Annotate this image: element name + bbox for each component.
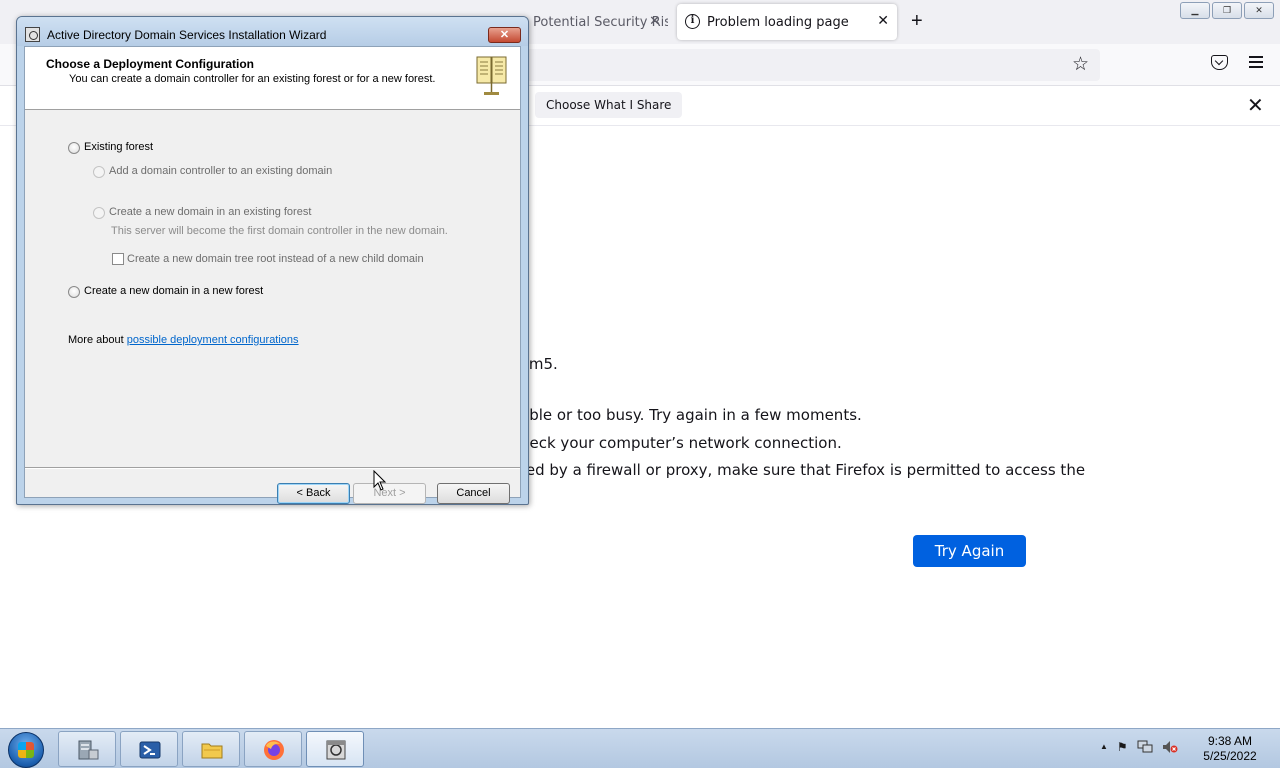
star-icon[interactable]: ☆ xyxy=(1072,53,1089,76)
new-domain-existing-forest-radio[interactable] xyxy=(93,207,105,219)
dialog-title: Active Directory Domain Services Install… xyxy=(47,28,327,42)
add-dc-radio[interactable] xyxy=(93,166,105,178)
deployment-configurations-link[interactable]: possible deployment configurations xyxy=(127,334,299,346)
ad-wizard-icon xyxy=(326,740,346,760)
wizard-app-icon xyxy=(25,27,40,42)
clock-time: 9:38 AM xyxy=(1207,734,1253,748)
new-tab-button[interactable]: + xyxy=(911,10,923,32)
taskbar-powershell[interactable] xyxy=(120,731,178,767)
pocket-icon[interactable] xyxy=(1211,55,1228,70)
taskbar-firefox[interactable] xyxy=(244,731,302,767)
button-separator xyxy=(25,467,520,469)
tab-problem-loading-page[interactable]: i Problem loading page ✕ xyxy=(677,4,897,40)
system-tray: ▲ ⚑ xyxy=(1100,740,1178,754)
error-text: ted by a firewall or proxy, make sure th… xyxy=(520,461,1086,479)
tab-label: Potential Security Risk xyxy=(533,14,668,30)
action-center-flag-icon[interactable]: ⚑ xyxy=(1117,740,1128,754)
taskbar: ▲ ⚑ 9:38 AM 5/25/2022 xyxy=(0,728,1280,768)
choose-what-i-share-button[interactable]: Choose What I Share xyxy=(535,92,683,118)
url-bar[interactable] xyxy=(470,49,1100,81)
tab-potential-security-risk[interactable]: Potential Security Risk ✕ xyxy=(528,4,668,40)
dialog-close-button[interactable]: ✕ xyxy=(488,27,521,43)
server-manager-icon xyxy=(78,740,99,760)
book-icon xyxy=(476,56,507,95)
next-button[interactable]: Next > xyxy=(353,483,426,504)
try-again-button[interactable]: Try Again xyxy=(913,535,1026,567)
new-forest-radio[interactable] xyxy=(68,286,80,298)
wizard-header: Choose a Deployment Configuration You ca… xyxy=(25,47,520,110)
info-icon: i xyxy=(685,14,700,29)
new-forest-label[interactable]: Create a new domain in a new forest xyxy=(84,285,263,297)
network-icon[interactable] xyxy=(1137,740,1153,754)
show-hidden-icons-icon[interactable]: ▲ xyxy=(1100,740,1108,754)
powershell-icon xyxy=(139,741,161,759)
close-tab-icon[interactable]: ✕ xyxy=(649,14,660,29)
window-controls: ▁ ❐ ✕ xyxy=(1180,2,1274,19)
new-domain-existing-forest-label: Create a new domain in an existing fores… xyxy=(109,206,312,218)
new-domain-note: This server will become the first domain… xyxy=(111,225,448,237)
taskbar-ad-wizard[interactable] xyxy=(306,731,364,767)
system-clock[interactable]: 9:38 AM 5/25/2022 xyxy=(1195,734,1265,764)
volume-muted-icon[interactable] xyxy=(1162,740,1178,754)
back-button[interactable]: < Back xyxy=(277,483,350,504)
taskbar-server-manager[interactable] xyxy=(58,731,116,767)
more-about-text: More about possible deployment configura… xyxy=(68,334,299,346)
existing-forest-radio[interactable] xyxy=(68,142,80,154)
clock-date: 5/25/2022 xyxy=(1203,749,1257,763)
page-title: Choose a Deployment Configuration xyxy=(46,57,255,71)
ad-ds-wizard-dialog: Active Directory Domain Services Install… xyxy=(16,16,529,505)
restore-button[interactable]: ❐ xyxy=(1212,2,1242,19)
error-text: heck your computer’s network connection. xyxy=(520,434,842,452)
tree-root-label: Create a new domain tree root instead of… xyxy=(127,253,424,265)
close-notification-icon[interactable]: ✕ xyxy=(1247,93,1264,118)
more-about-prefix: More about xyxy=(68,334,124,346)
taskbar-file-explorer[interactable] xyxy=(182,731,240,767)
add-dc-label: Add a domain controller to an existing d… xyxy=(109,165,333,177)
error-text: able or too busy. Try again in a few mom… xyxy=(520,406,862,424)
tree-root-checkbox[interactable] xyxy=(112,253,124,265)
page-subtitle: You can create a domain controller for a… xyxy=(69,73,436,85)
file-explorer-icon xyxy=(201,743,223,759)
menu-icon[interactable] xyxy=(1249,56,1263,68)
existing-forest-label[interactable]: Existing forest xyxy=(84,141,153,153)
close-tab-icon[interactable]: ✕ xyxy=(877,13,889,29)
minimize-button[interactable]: ▁ xyxy=(1180,2,1210,19)
dialog-body: Choose a Deployment Configuration You ca… xyxy=(24,46,521,504)
firefox-icon xyxy=(264,740,284,760)
close-window-button[interactable]: ✕ xyxy=(1244,2,1274,19)
tab-label: Problem loading page xyxy=(707,14,849,30)
cancel-button[interactable]: Cancel xyxy=(437,483,510,504)
dialog-titlebar[interactable]: Active Directory Domain Services Install… xyxy=(17,17,528,46)
mouse-cursor-icon xyxy=(373,470,387,491)
start-button[interactable] xyxy=(8,732,44,768)
